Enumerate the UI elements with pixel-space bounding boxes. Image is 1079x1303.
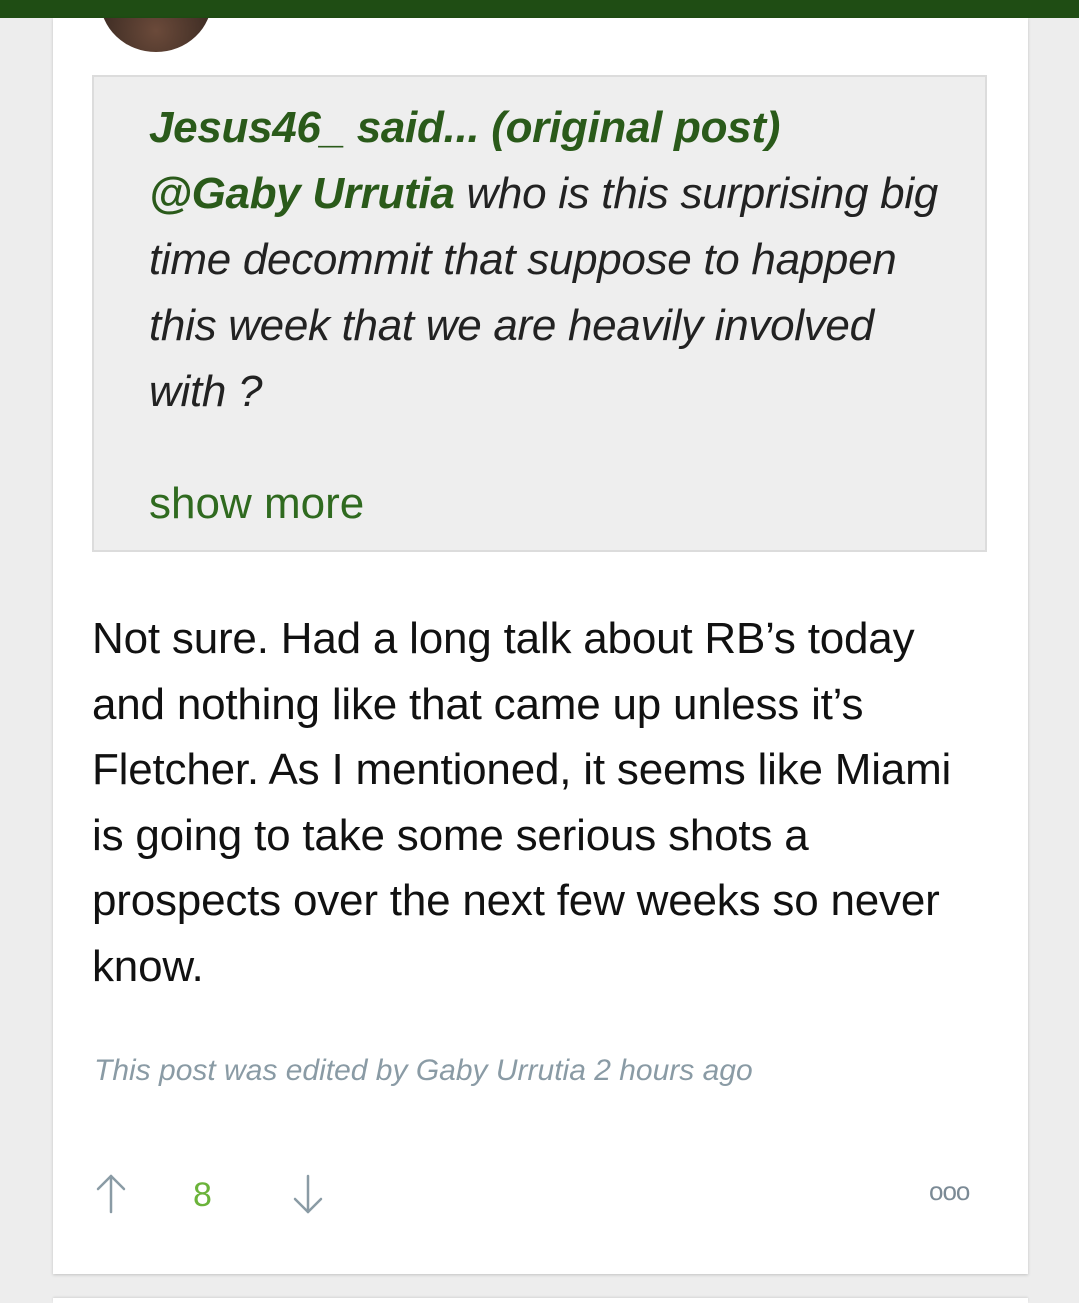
post-body: Not sure. Had a long talk about RB’s tod…	[92, 614, 952, 991]
edited-note: This post was edited by Gaby Urrutia 2 h…	[94, 1054, 753, 1087]
vote-bar: 8 ooo	[53, 1168, 1028, 1228]
show-more-link[interactable]: show more	[149, 477, 364, 531]
arrow-up-icon	[96, 1174, 126, 1214]
quote-content: Jesus46_ said... (original post) @Gaby Ur…	[149, 95, 949, 425]
avatar-clip	[0, 18, 1079, 58]
vote-count: 8	[193, 1176, 212, 1214]
top-nav-bar	[0, 0, 1079, 18]
quoted-post: Jesus46_ said... (original post) @Gaby Ur…	[92, 75, 987, 552]
arrow-down-icon	[293, 1174, 323, 1214]
upvote-button[interactable]	[93, 1172, 129, 1216]
user-mention-link[interactable]: @Gaby Urrutia	[149, 169, 455, 218]
more-options-button[interactable]: ooo	[929, 1176, 970, 1207]
post-card: Jesus46_ said... (original post) @Gaby Ur…	[53, 18, 1028, 1274]
avatar[interactable]	[100, 18, 212, 52]
next-card-edge	[53, 1298, 1028, 1303]
downvote-button[interactable]	[290, 1172, 326, 1216]
quote-author-link[interactable]: Jesus46_ said... (original post)	[149, 103, 780, 152]
